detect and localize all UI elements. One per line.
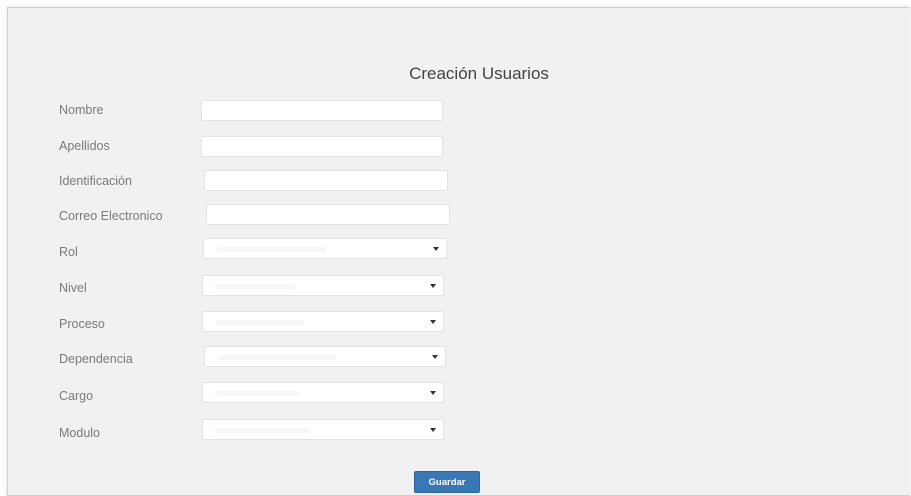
label-correo-electronico: Correo Electronico — [59, 209, 163, 223]
dependencia-selected-value — [217, 355, 337, 360]
nivel-select[interactable] — [202, 275, 444, 296]
chevron-down-icon — [430, 284, 436, 288]
chevron-down-icon — [430, 320, 436, 324]
label-nivel: Nivel — [59, 281, 87, 295]
nombre-input[interactable] — [201, 100, 443, 121]
proceso-selected-value — [215, 320, 305, 325]
modulo-selected-value — [215, 428, 310, 433]
modulo-select[interactable] — [202, 419, 444, 440]
cargo-select[interactable] — [202, 382, 444, 403]
nivel-selected-value — [215, 284, 295, 289]
proceso-select[interactable] — [202, 311, 444, 332]
label-cargo: Cargo — [59, 389, 94, 403]
page-title: Creación Usuarios — [409, 64, 549, 83]
chevron-down-icon — [430, 391, 436, 395]
rol-selected-value — [216, 247, 326, 252]
label-dependencia: Dependencia — [59, 352, 133, 366]
rol-select[interactable] — [203, 238, 447, 259]
label-rol: Rol — [59, 245, 78, 259]
label-nombre: Nombre — [59, 103, 104, 117]
cargo-selected-value — [215, 391, 300, 396]
label-identificacion: Identificación — [59, 174, 132, 188]
chevron-down-icon — [432, 355, 438, 359]
chevron-down-icon — [430, 428, 436, 432]
correo-electronico-input[interactable] — [206, 204, 450, 225]
label-apellidos: Apellidos — [59, 139, 110, 153]
label-proceso: Proceso — [59, 317, 105, 331]
label-modulo: Modulo — [59, 426, 100, 440]
chevron-down-icon — [433, 247, 439, 251]
guardar-button[interactable]: Guardar — [414, 471, 480, 493]
apellidos-input[interactable] — [201, 136, 443, 157]
identificacion-input[interactable] — [204, 170, 448, 191]
dependencia-select[interactable] — [204, 346, 446, 367]
